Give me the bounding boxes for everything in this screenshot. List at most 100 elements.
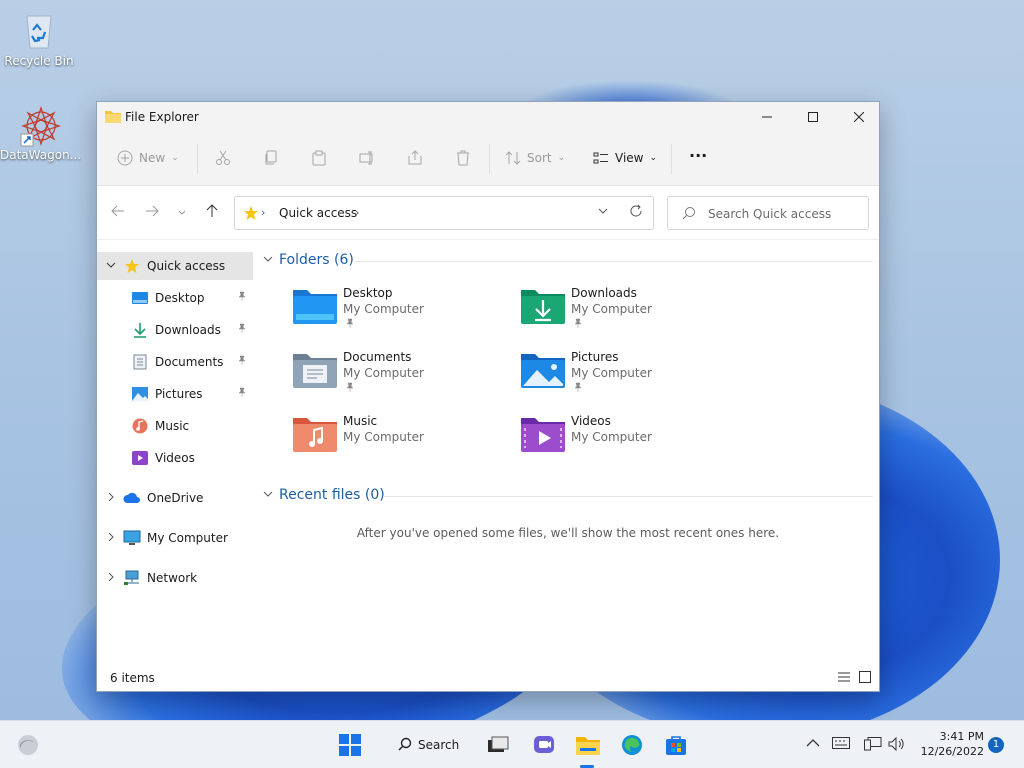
downloads-folder-icon — [521, 286, 565, 326]
folder-tile-videos[interactable]: Videos My Computer — [521, 414, 741, 474]
desktop-icon — [131, 290, 149, 306]
sidebar-item-quick-access[interactable]: Quick access — [97, 252, 253, 280]
folder-location: My Computer — [343, 430, 424, 444]
sidebar-item-videos[interactable]: Videos — [97, 444, 253, 472]
chat-teams-icon[interactable] — [532, 733, 556, 757]
start-windows-icon[interactable] — [338, 733, 362, 757]
breadcrumb-separator: › — [261, 206, 266, 219]
sort-button[interactable]: Sort ⌄ — [505, 150, 565, 166]
recent-files-empty-message: After you've opened some files, we'll sh… — [356, 526, 780, 540]
share-button[interactable] — [407, 150, 423, 166]
sidebar-item-music[interactable]: Music — [97, 412, 253, 440]
folder-tile-pictures[interactable]: Pictures My Computer — [521, 350, 741, 410]
search-icon — [398, 737, 412, 754]
address-bar[interactable]: › Quick access › — [234, 196, 654, 230]
navigation-pane: Quick access Desktop Downloads Documents… — [97, 252, 253, 662]
expand-chevron-icon[interactable] — [103, 492, 119, 505]
task-view-icon[interactable] — [486, 733, 510, 757]
sidebar-item-label: OneDrive — [147, 491, 204, 505]
volume-icon[interactable] — [888, 736, 906, 755]
maximize-button[interactable] — [790, 102, 836, 132]
sidebar-item-onedrive[interactable]: OneDrive — [97, 484, 253, 512]
delete-button[interactable] — [455, 150, 471, 166]
pin-icon — [345, 318, 355, 331]
search-box[interactable]: Search Quick access — [667, 196, 869, 230]
paste-button[interactable] — [311, 150, 327, 166]
recent-files-section-header[interactable]: Recent files (0) — [263, 487, 385, 503]
folder-tile-downloads[interactable]: Downloads My Computer — [521, 286, 741, 346]
desktop-folder-icon — [293, 286, 337, 326]
details-view-icon[interactable] — [837, 671, 851, 686]
refresh-icon[interactable] — [629, 204, 643, 222]
network-icon — [123, 570, 141, 586]
more-label: ··· — [689, 146, 708, 165]
folder-tile-documents[interactable]: Documents My Computer — [293, 350, 513, 410]
copy-button[interactable] — [263, 150, 279, 166]
expand-chevron-icon[interactable] — [103, 532, 119, 545]
folder-location: My Computer — [571, 430, 652, 444]
file-explorer-window: File Explorer New ⌄ Sort ⌄ View ⌄ ··· › … — [96, 101, 880, 692]
collapse-chevron-icon — [263, 254, 273, 267]
notification-badge[interactable]: 1 — [988, 737, 1004, 753]
view-button[interactable]: View ⌄ — [593, 150, 657, 166]
store-icon[interactable] — [664, 733, 688, 757]
document-icon — [131, 354, 149, 370]
videos-folder-icon — [521, 414, 565, 454]
cloud-icon — [123, 490, 141, 506]
sidebar-item-label: Downloads — [155, 323, 221, 337]
breadcrumb-separator[interactable]: › — [355, 206, 359, 219]
network-status-icon[interactable] — [864, 737, 882, 755]
breadcrumb[interactable]: Quick access — [279, 206, 357, 220]
widgets-icon[interactable] — [16, 733, 40, 757]
sidebar-item-my-computer[interactable]: My Computer — [97, 524, 253, 552]
divider — [355, 261, 873, 262]
file-explorer-taskbar-icon[interactable] — [576, 733, 600, 757]
close-button[interactable] — [836, 102, 882, 132]
rename-button[interactable] — [359, 150, 375, 166]
copy-icon — [263, 150, 279, 166]
recent-locations-chevron-icon[interactable] — [177, 206, 187, 222]
forward-arrow-icon[interactable] — [145, 204, 159, 222]
video-icon — [131, 450, 149, 466]
desktop-icon-recycle-bin[interactable]: Recycle Bin — [0, 10, 78, 68]
expand-chevron-icon[interactable] — [103, 260, 119, 273]
computer-icon — [123, 530, 141, 546]
pin-icon — [573, 382, 583, 395]
folder-name: Pictures — [571, 350, 619, 364]
cut-button[interactable] — [215, 150, 231, 166]
search-icon — [682, 206, 696, 223]
desktop-icon-label: Recycle Bin — [4, 54, 74, 68]
star-icon — [123, 258, 141, 274]
show-hidden-icons-chevron-icon[interactable] — [806, 737, 820, 752]
sidebar-item-network[interactable]: Network — [97, 564, 253, 592]
sidebar-item-desktop[interactable]: Desktop — [97, 284, 253, 312]
large-icons-view-icon[interactable] — [859, 671, 871, 686]
keyboard-icon[interactable] — [832, 737, 850, 753]
taskbar-search-button[interactable]: Search — [382, 731, 470, 759]
up-arrow-icon[interactable] — [205, 204, 219, 222]
music-folder-icon — [293, 414, 337, 454]
sidebar-item-label: Documents — [155, 355, 224, 369]
folder-icon — [105, 109, 121, 123]
collapse-chevron-icon — [263, 489, 273, 502]
back-arrow-icon[interactable] — [111, 204, 125, 222]
folder-name: Music — [343, 414, 378, 428]
folder-tile-desktop[interactable]: Desktop My Computer — [293, 286, 513, 346]
folder-location: My Computer — [343, 366, 424, 380]
more-options-button[interactable]: ··· — [689, 146, 707, 165]
sidebar-item-pictures[interactable]: Pictures — [97, 380, 253, 408]
address-history-chevron-icon[interactable] — [597, 205, 609, 220]
pin-icon — [237, 291, 247, 304]
minimize-button[interactable] — [744, 102, 790, 132]
expand-chevron-icon[interactable] — [103, 572, 119, 585]
sidebar-item-documents[interactable]: Documents — [97, 348, 253, 376]
sidebar-item-label: Pictures — [155, 387, 203, 401]
clock[interactable]: 3:41 PM 12/26/2022 — [918, 729, 984, 759]
edge-browser-icon[interactable] — [620, 733, 644, 757]
folder-tile-music[interactable]: Music My Computer — [293, 414, 513, 474]
desktop-icon-datawagon[interactable]: DataWagon... — [0, 104, 81, 162]
title-bar[interactable]: File Explorer — [97, 102, 879, 132]
sidebar-item-downloads[interactable]: Downloads — [97, 316, 253, 344]
new-button[interactable]: New ⌄ — [117, 150, 179, 166]
folders-section-header[interactable]: Folders (6) — [263, 252, 354, 268]
